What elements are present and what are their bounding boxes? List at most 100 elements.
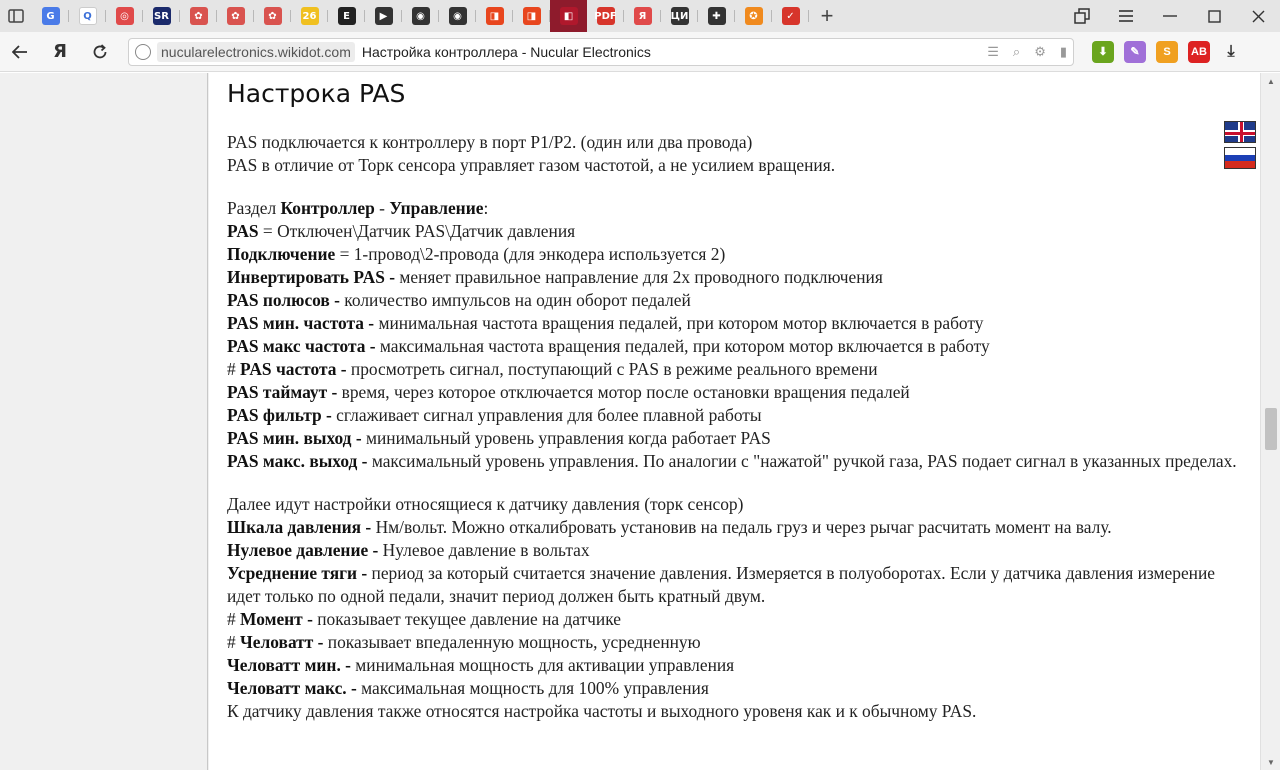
back-button[interactable] — [0, 32, 40, 72]
intro-paragraph: PAS подключается к контроллеру в порт P1… — [227, 131, 1237, 177]
setting-line: PAS мин. выход - минимальный уровень упр… — [227, 427, 1237, 450]
setting-name: Инвертировать PAS - — [227, 267, 396, 287]
setting-line: Нулевое давление - Нулевое давление в во… — [227, 539, 1237, 562]
browser-tab[interactable]: Я — [624, 0, 661, 32]
browser-tab[interactable]: ◨ — [513, 0, 550, 32]
bookmark-icon[interactable]: ▮ — [1060, 44, 1067, 60]
scroll-up-arrow-icon[interactable]: ▲ — [1261, 73, 1280, 89]
russian-flag-icon[interactable] — [1224, 147, 1256, 169]
tab-favicon-icon: ◉ — [448, 7, 467, 25]
translate-icon[interactable]: ⌕ — [1013, 44, 1020, 60]
tab-strip: G Q ◎ SR ✿ ✿ ✿ 26 E ▶ ◉ ◉ ◨ ◨ ◧ PDF Я ЦИ ✚ ✪ ✓ + — [0, 0, 1280, 32]
scroll-down-arrow-icon[interactable]: ▼ — [1261, 754, 1280, 770]
browser-tab[interactable]: ◎ — [106, 0, 143, 32]
tab-favicon-icon: ✪ — [744, 7, 763, 25]
browser-tab[interactable]: ✪ — [735, 0, 772, 32]
tab-favicon-icon: ◨ — [485, 7, 504, 25]
browser-tab[interactable]: ◨ — [476, 0, 513, 32]
setting-description: сглаживает сигнал управления для более п… — [331, 405, 762, 425]
language-switcher — [1224, 121, 1258, 173]
setting-line: PAS макс. выход - максимальный уровень у… — [227, 450, 1237, 473]
browser-tab[interactable]: SR — [143, 0, 180, 32]
setting-name: PAS мин. выход - — [227, 428, 362, 448]
browser-tab[interactable]: Q — [69, 0, 106, 32]
tab-favicon-icon: G — [41, 7, 60, 25]
tab-favicon-icon: Q — [78, 7, 97, 25]
setting-description: меняет правильное направление для 2х про… — [395, 267, 883, 287]
setting-description: = Отключен\Датчик PAS\Датчик давления — [258, 221, 576, 241]
browser-tab[interactable]: ◧ — [550, 0, 587, 32]
setting-description: минимальная частота вращения педалей, пр… — [374, 313, 984, 333]
tab-favicon-icon: 26 — [300, 7, 319, 25]
tab-favicon-icon: PDF — [594, 7, 617, 25]
yandex-button[interactable]: Я — [40, 32, 80, 72]
browser-tab[interactable]: ✿ — [254, 0, 291, 32]
tab-favicon-icon: ◧ — [559, 7, 578, 25]
setting-description: количество импульсов на один оборот педа… — [339, 290, 691, 310]
vertical-scrollbar[interactable]: ▲ ▼ — [1260, 73, 1280, 770]
tab-favicon-icon: Я — [633, 7, 652, 25]
tab-favicon-icon: ✿ — [226, 7, 245, 25]
setting-line: PAS фильтр - сглаживает сигнал управлени… — [227, 404, 1237, 427]
browser-tab[interactable]: PDF — [587, 0, 624, 32]
setting-line: Шкала давления - Нм/вольт. Можно откалиб… — [227, 516, 1237, 539]
setting-description: время, через которое отключается мотор п… — [337, 382, 910, 402]
menu-icon[interactable] — [1104, 0, 1148, 32]
browser-tab[interactable]: ✿ — [180, 0, 217, 32]
reload-button[interactable] — [80, 32, 120, 72]
setting-name: PAS таймаут - — [227, 382, 338, 402]
english-flag-icon[interactable] — [1224, 121, 1256, 143]
browser-tab[interactable]: ✚ — [698, 0, 735, 32]
skype-extension-icon[interactable]: S — [1156, 40, 1178, 63]
browser-tab[interactable]: ЦИ — [661, 0, 698, 32]
sidebar-toggle-icon[interactable] — [0, 0, 32, 32]
setting-name: Нулевое давление - — [227, 540, 379, 560]
browser-tab[interactable]: ◉ — [402, 0, 439, 32]
browser-tab[interactable]: ✓ — [772, 0, 809, 32]
minimize-button[interactable] — [1148, 0, 1192, 32]
reader-mode-icon[interactable]: ☰ — [987, 44, 999, 60]
browser-tab[interactable]: 26 — [291, 0, 328, 32]
setting-description: максимальная мощность для 100% управлени… — [356, 678, 709, 698]
adblock-extension-icon[interactable]: AB — [1188, 40, 1210, 63]
setting-description: = 1-провод\2-провода (для энкодера испол… — [335, 244, 726, 264]
setting-line: # Момент - показывает текущее давление н… — [227, 609, 621, 629]
new-tab-button[interactable]: + — [809, 0, 845, 32]
setting-name: Человатт макс. - — [227, 678, 357, 698]
setting-line: PAS полюсов - количество импульсов на од… — [227, 289, 1237, 312]
tab-favicon-icon: SR — [152, 7, 171, 25]
site-info-icon[interactable] — [135, 43, 151, 60]
setting-name: PAS — [227, 221, 259, 241]
setting-description: период за который считается значение дав… — [227, 563, 1216, 606]
setting-name: PAS макс частота - — [227, 336, 376, 356]
torque-intro: Далее идут настройки относящиеся к датчи… — [227, 494, 744, 514]
download-master-extension-icon[interactable]: ⬇ — [1092, 40, 1114, 63]
page-content: Настрока PAS PAS подключается к контролл… — [209, 73, 1260, 770]
setting-description: просмотреть сигнал, поступающий с PAS в … — [346, 359, 878, 379]
downloads-icon[interactable]: ⤓ — [1220, 41, 1242, 63]
tab-list: G Q ◎ SR ✿ ✿ ✿ 26 E ▶ ◉ ◉ ◨ ◨ ◧ PDF Я ЦИ ✚ ✪ ✓ — [32, 0, 809, 32]
setting-line: PAS таймаут - время, через которое отклю… — [227, 381, 1237, 404]
tab-manager-icon[interactable] — [1060, 0, 1104, 32]
close-button[interactable] — [1236, 0, 1280, 32]
browser-tab[interactable]: E — [328, 0, 365, 32]
setting-description: показывает текущее давление на датчике — [312, 609, 621, 629]
page-viewport: Настрока PAS PAS подключается к контролл… — [0, 73, 1280, 770]
extensions-count-icon[interactable]: ⚙ — [1034, 44, 1046, 60]
maximize-button[interactable] — [1192, 0, 1236, 32]
address-bar[interactable]: nucularelectronics.wikidot.com Настройка… — [128, 37, 1074, 66]
setting-description: максимальный уровень управления. По анал… — [367, 451, 1237, 471]
browser-tab[interactable]: ◉ — [439, 0, 476, 32]
setting-line: Инвертировать PAS - меняет правильное на… — [227, 266, 1237, 289]
setting-name: PAS мин. частота - — [227, 313, 375, 333]
browser-tab[interactable]: G — [32, 0, 69, 32]
setting-name: Человатт мин. - — [227, 655, 351, 675]
browser-tab[interactable]: ▶ — [365, 0, 402, 32]
setting-line: PAS = Отключен\Датчик PAS\Датчик давлени… — [227, 220, 1237, 243]
navigation-bar: Я nucularelectronics.wikidot.com Настрой… — [0, 32, 1280, 72]
scrollbar-thumb[interactable] — [1265, 408, 1277, 450]
section-path: Раздел Контроллер - Управление: — [227, 198, 489, 218]
browser-tab[interactable]: ✿ — [217, 0, 254, 32]
pen-extension-icon[interactable]: ✎ — [1124, 40, 1146, 63]
page-left-margin — [0, 73, 208, 770]
